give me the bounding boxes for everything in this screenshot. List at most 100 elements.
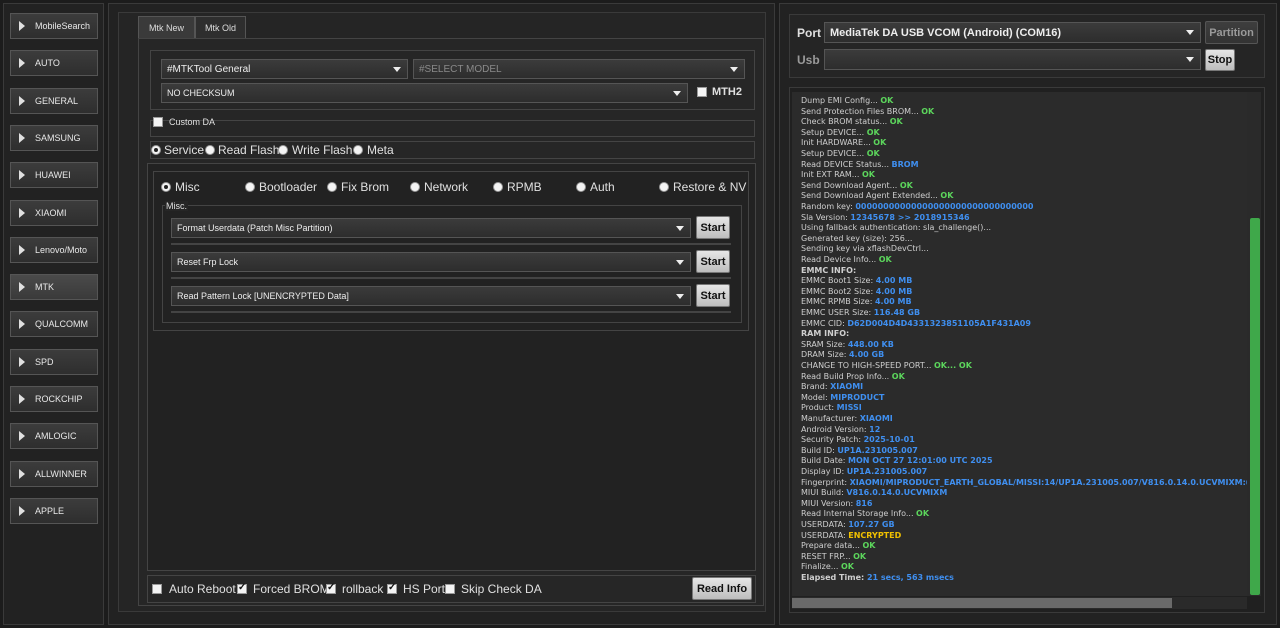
read-info-button[interactable]: Read Info (692, 577, 752, 600)
log-value: 21 secs, 563 msecs (866, 573, 954, 582)
subtab-radio-fix-brom[interactable] (327, 182, 337, 192)
stop-button[interactable]: Stop (1205, 49, 1235, 71)
log-text: Check BROM status... (801, 117, 890, 127)
log-value: 816 (855, 498, 873, 508)
log-horizontal-scroll-thumb[interactable] (792, 598, 1172, 608)
chevron-down-icon (1186, 30, 1194, 35)
log-value: UP1A.231005.007 (846, 467, 928, 476)
skip-check-da-label: Skip Check DA (461, 582, 542, 596)
start-button-2[interactable]: Start (696, 250, 730, 273)
subtab-radio-rpmb[interactable] (493, 182, 503, 192)
sidebar-item-huawei[interactable]: HUAWEI (10, 162, 98, 189)
log-line: Elapsed Time: 21 secs, 563 msecs (801, 573, 954, 582)
log-line: Setup DEVICE... OK (801, 149, 880, 158)
mode-radio-read-flash[interactable] (205, 145, 215, 155)
sidebar-item-xiaomi[interactable]: XIAOMI (10, 199, 98, 226)
play-triangle-icon (19, 394, 25, 404)
forced-brom-checkbox[interactable] (237, 582, 247, 594)
auto-reboot-checkbox[interactable] (152, 584, 162, 594)
misc-option-select-1[interactable]: Format Userdata (Patch Misc Partition) (171, 218, 691, 238)
log-line: EMMC RPMB Size: 4.00 MB (801, 297, 912, 306)
tab-mtk-new[interactable]: Mtk New (138, 16, 195, 38)
usb-select[interactable] (824, 49, 1201, 70)
log-value: ENCRYPTED (848, 530, 902, 540)
log-line: Finalize... OK (801, 562, 854, 571)
play-triangle-icon (19, 356, 25, 367)
mode-radio-service[interactable] (151, 145, 161, 155)
misc-option-select-2[interactable]: Reset Frp Lock (171, 252, 691, 272)
subtab-label-rpmb: RPMB (507, 180, 542, 194)
model-select[interactable]: #SELECT MODEL (413, 59, 745, 79)
log-line: Check BROM status... OK (801, 117, 903, 126)
log-output[interactable]: Dump EMI Config... OK Send Protection Fil… (792, 92, 1247, 596)
mth2-label: MTH2 (712, 86, 742, 98)
mode-radio-meta[interactable] (353, 145, 363, 155)
sidebar-item-mobilesearch[interactable]: MobileSearch (10, 13, 98, 39)
sidebar-item-mtk[interactable]: MTK (10, 274, 98, 301)
play-triangle-icon (19, 431, 25, 442)
log-text: Elapsed Time: (801, 573, 867, 582)
sidebar-item-general[interactable]: GENERAL (10, 87, 98, 114)
subtab-radio-restore-nv[interactable] (659, 182, 669, 192)
log-text: EMMC Boot1 Size: (801, 276, 876, 286)
chevron-down-icon (673, 90, 681, 96)
divider (171, 243, 731, 245)
model-select-placeholder: #SELECT MODEL (419, 63, 502, 75)
subtab-radio-auth[interactable] (576, 182, 586, 192)
mode-label-read-flash: Read Flash (218, 143, 280, 157)
misc-option-value: Reset Frp Lock (177, 257, 239, 267)
sidebar-item-samsung[interactable]: SAMSUNG (10, 124, 98, 151)
subtab-radio-network[interactable] (410, 182, 420, 192)
log-text: Brand: (801, 382, 831, 392)
log-text: EMMC USER Size: (801, 308, 874, 317)
subtab-radio-misc[interactable] (161, 182, 171, 192)
sidebar-item-qualcomm[interactable]: QUALCOMM (10, 311, 98, 338)
sidebar-item-label: MobileSearch (35, 21, 91, 31)
sidebar-item-rockchip[interactable]: ROCKCHIP (10, 386, 98, 412)
tool-select[interactable]: #MTKTool General (161, 59, 408, 79)
rollback-checkbox[interactable] (326, 582, 336, 594)
log-line: Send Download Agent... OK (801, 181, 913, 190)
log-value: 2025-10-01 (863, 435, 915, 445)
sidebar-item-lenovo-moto[interactable]: Lenovo/Moto (10, 236, 98, 263)
sidebar-item-amlogic[interactable]: AMLOGIC (10, 423, 98, 450)
log-text: Finalize... (801, 562, 841, 572)
sidebar-item-spd[interactable]: SPD (10, 348, 98, 375)
checksum-select[interactable]: NO CHECKSUM (161, 83, 688, 103)
subtab-radio-bootloader[interactable] (245, 182, 255, 192)
log-text: USERDATA: (801, 520, 849, 529)
log-line: Build ID: UP1A.231005.007 (801, 446, 918, 455)
start-button-3[interactable]: Start (696, 284, 730, 307)
log-text: Dump EMI Config... (801, 96, 881, 105)
log-value: 4.00 MB (875, 276, 913, 286)
sidebar-item-label: Lenovo/Moto (35, 244, 88, 255)
rollback-label: rollback (342, 582, 384, 596)
sidebar-item-auto[interactable]: AUTO (10, 50, 98, 77)
play-triangle-icon (19, 95, 25, 106)
log-line: Read Internal Storage Info... OK (801, 509, 929, 518)
log-vertical-scroll-thumb[interactable] (1250, 218, 1260, 595)
log-line: Product: MISSI (801, 403, 862, 412)
mth2-checkbox[interactable] (697, 87, 707, 97)
skip-check-da-checkbox[interactable] (445, 584, 455, 594)
hs-port-checkbox[interactable] (387, 582, 397, 594)
tab-mtk-old[interactable]: Mtk Old (195, 16, 246, 38)
port-select[interactable]: MediaTek DA USB VCOM (Android) (COM16) (824, 22, 1201, 43)
play-triangle-icon (19, 170, 25, 181)
partition-button[interactable]: Partition (1205, 21, 1258, 44)
start-button-1[interactable]: Start (696, 216, 730, 239)
mode-radio-write-flash[interactable] (278, 145, 288, 155)
misc-option-select-3[interactable]: Read Pattern Lock [UNENCRYPTED Data] (171, 286, 691, 306)
log-line: Read Device Info... OK (801, 255, 892, 264)
divider (171, 311, 731, 313)
log-value: V816.0.14.0.UCVMIXM (846, 488, 948, 498)
log-line: EMMC Boot2 Size: 4.00 MB (801, 287, 912, 296)
log-value: OK (861, 170, 875, 180)
log-text: Init HARDWARE... (801, 138, 874, 148)
log-text: MIUI Version: (801, 498, 856, 508)
subtab-label-restore-nv: Restore & NV (673, 180, 747, 194)
sidebar-item-allwinner[interactable]: ALLWINNER (10, 460, 98, 487)
sidebar-item-label: APPLE (35, 505, 65, 516)
sidebar-item-apple[interactable]: APPLE (10, 497, 98, 524)
custom-da-checkbox[interactable] (153, 117, 163, 127)
